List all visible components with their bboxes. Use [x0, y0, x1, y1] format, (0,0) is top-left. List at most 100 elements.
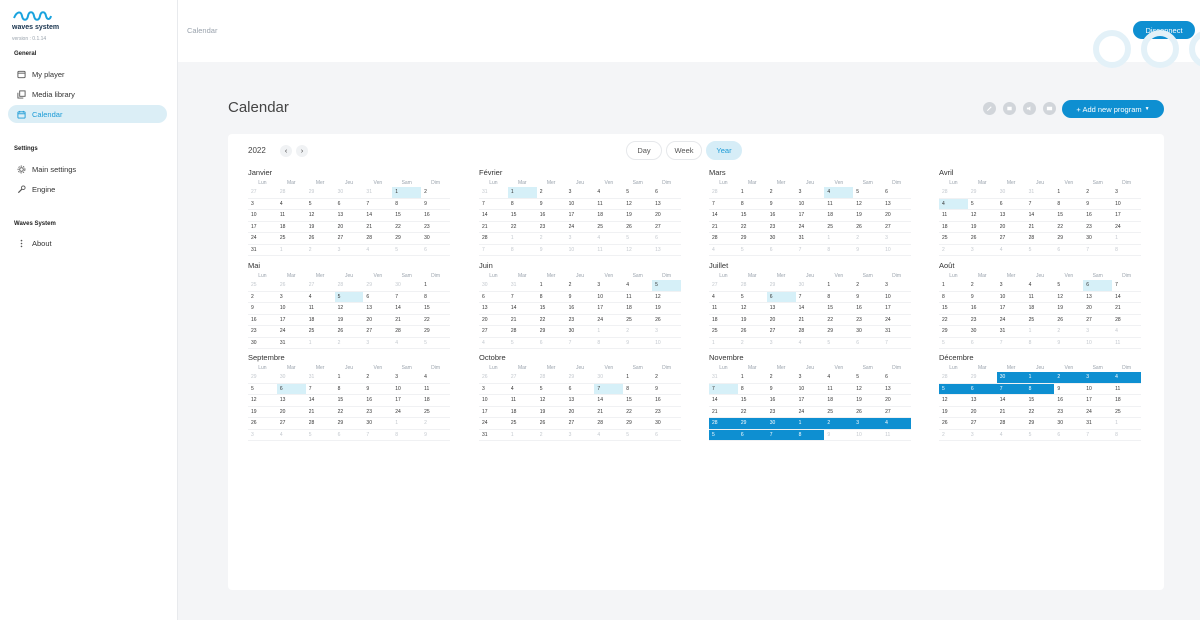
- day-cell[interactable]: 22: [738, 222, 767, 233]
- day-cell[interactable]: 22: [824, 315, 853, 326]
- day-cell[interactable]: 5: [853, 372, 882, 383]
- day-cell[interactable]: 19: [853, 395, 882, 406]
- day-cell[interactable]: 14: [709, 395, 738, 406]
- day-cell[interactable]: 2: [824, 418, 854, 429]
- day-cell[interactable]: 3: [335, 245, 364, 256]
- day-cell[interactable]: 2: [939, 245, 968, 256]
- day-cell[interactable]: 25: [277, 233, 306, 244]
- day-cell[interactable]: 5: [623, 233, 652, 244]
- day-cell[interactable]: 15: [392, 210, 421, 221]
- day-cell[interactable]: 31: [997, 326, 1026, 337]
- day-cell[interactable]: 6: [968, 338, 997, 349]
- day-cell[interactable]: 29: [1026, 418, 1055, 429]
- day-cell[interactable]: 26: [1054, 315, 1083, 326]
- day-cell[interactable]: 12: [738, 303, 767, 314]
- day-cell[interactable]: 8: [1026, 338, 1055, 349]
- day-cell[interactable]: 7: [1112, 280, 1141, 291]
- day-cell[interactable]: 7: [997, 338, 1026, 349]
- day-cell[interactable]: 5: [1054, 280, 1083, 291]
- day-cell[interactable]: 20: [968, 407, 997, 418]
- day-cell[interactable]: 6: [1083, 280, 1113, 291]
- day-cell[interactable]: 6: [652, 187, 681, 198]
- screen-button[interactable]: [1043, 102, 1056, 115]
- day-cell[interactable]: 26: [968, 233, 997, 244]
- day-cell[interactable]: 1: [1112, 233, 1141, 244]
- day-cell[interactable]: 9: [1054, 384, 1083, 395]
- day-cell[interactable]: 9: [824, 430, 853, 441]
- day-cell[interactable]: 22: [1054, 222, 1083, 233]
- day-cell[interactable]: 8: [824, 245, 853, 256]
- day-cell[interactable]: 17: [594, 303, 623, 314]
- day-cell[interactable]: 4: [594, 233, 623, 244]
- day-cell[interactable]: 19: [853, 210, 882, 221]
- day-cell[interactable]: 10: [277, 303, 306, 314]
- day-cell[interactable]: 26: [738, 326, 767, 337]
- day-cell[interactable]: 4: [997, 245, 1026, 256]
- sidebar-item-main-settings[interactable]: Main settings: [8, 160, 167, 178]
- day-cell[interactable]: 27: [997, 233, 1026, 244]
- day-cell[interactable]: 8: [1054, 199, 1083, 210]
- day-cell[interactable]: 27: [277, 418, 306, 429]
- day-cell[interactable]: 23: [1083, 222, 1112, 233]
- day-cell[interactable]: 1: [277, 245, 306, 256]
- sidebar-item-calendar[interactable]: Calendar: [8, 105, 167, 123]
- day-cell[interactable]: 9: [767, 199, 796, 210]
- day-cell[interactable]: 18: [824, 395, 853, 406]
- day-cell[interactable]: 6: [737, 429, 767, 440]
- day-cell[interactable]: 20: [363, 315, 392, 326]
- day-cell[interactable]: 30: [997, 187, 1026, 198]
- day-cell[interactable]: 31: [1083, 418, 1112, 429]
- day-cell[interactable]: 4: [1112, 326, 1141, 337]
- day-cell[interactable]: 22: [738, 407, 767, 418]
- day-cell[interactable]: 2: [1054, 372, 1084, 383]
- day-cell[interactable]: 31: [882, 326, 911, 337]
- day-cell[interactable]: 27: [882, 222, 911, 233]
- day-cell[interactable]: 18: [1112, 395, 1141, 406]
- day-cell[interactable]: 11: [1112, 384, 1141, 395]
- day-cell[interactable]: 5: [1026, 245, 1055, 256]
- day-cell[interactable]: 28: [537, 372, 566, 383]
- day-cell[interactable]: 1: [508, 233, 537, 244]
- day-cell[interactable]: 8: [795, 429, 825, 440]
- day-cell[interactable]: 11: [277, 210, 306, 221]
- day-cell[interactable]: 2: [363, 372, 392, 383]
- day-cell[interactable]: 21: [479, 222, 508, 233]
- day-cell[interactable]: 20: [277, 407, 306, 418]
- day-cell[interactable]: 24: [1112, 222, 1141, 233]
- day-cell[interactable]: 26: [939, 418, 968, 429]
- day-cell[interactable]: 29: [363, 280, 392, 291]
- day-cell[interactable]: 13: [882, 199, 911, 210]
- day-cell[interactable]: 31: [709, 372, 738, 383]
- day-cell[interactable]: 16: [1083, 210, 1112, 221]
- day-cell[interactable]: 30: [968, 326, 997, 337]
- day-cell[interactable]: 3: [1083, 372, 1113, 383]
- day-cell[interactable]: 9: [623, 338, 652, 349]
- day-cell[interactable]: 9: [421, 199, 450, 210]
- day-cell[interactable]: 8: [738, 384, 767, 395]
- day-cell[interactable]: 29: [306, 187, 335, 198]
- day-cell[interactable]: 29: [824, 326, 853, 337]
- day-cell[interactable]: 8: [1112, 245, 1141, 256]
- day-cell[interactable]: 26: [335, 326, 364, 337]
- day-cell[interactable]: 19: [306, 222, 335, 233]
- day-cell[interactable]: 5: [652, 280, 681, 291]
- day-cell[interactable]: 29: [1054, 233, 1083, 244]
- day-cell[interactable]: 20: [997, 222, 1026, 233]
- day-cell[interactable]: 29: [566, 372, 595, 383]
- day-cell[interactable]: 9: [537, 199, 566, 210]
- day-cell[interactable]: 8: [392, 430, 421, 441]
- day-cell[interactable]: 8: [738, 199, 767, 210]
- day-cell[interactable]: 14: [1026, 210, 1055, 221]
- day-cell[interactable]: 24: [796, 222, 825, 233]
- day-cell[interactable]: 21: [392, 315, 421, 326]
- day-cell[interactable]: 10: [248, 210, 277, 221]
- day-cell[interactable]: 20: [882, 210, 911, 221]
- day-cell[interactable]: 10: [853, 430, 882, 441]
- day-cell[interactable]: 14: [1112, 292, 1141, 303]
- day-cell[interactable]: 31: [306, 372, 335, 383]
- day-cell[interactable]: 21: [508, 315, 537, 326]
- day-cell[interactable]: 17: [1083, 395, 1112, 406]
- day-cell[interactable]: 18: [508, 407, 537, 418]
- day-cell[interactable]: 13: [1083, 292, 1112, 303]
- day-cell[interactable]: 3: [882, 280, 911, 291]
